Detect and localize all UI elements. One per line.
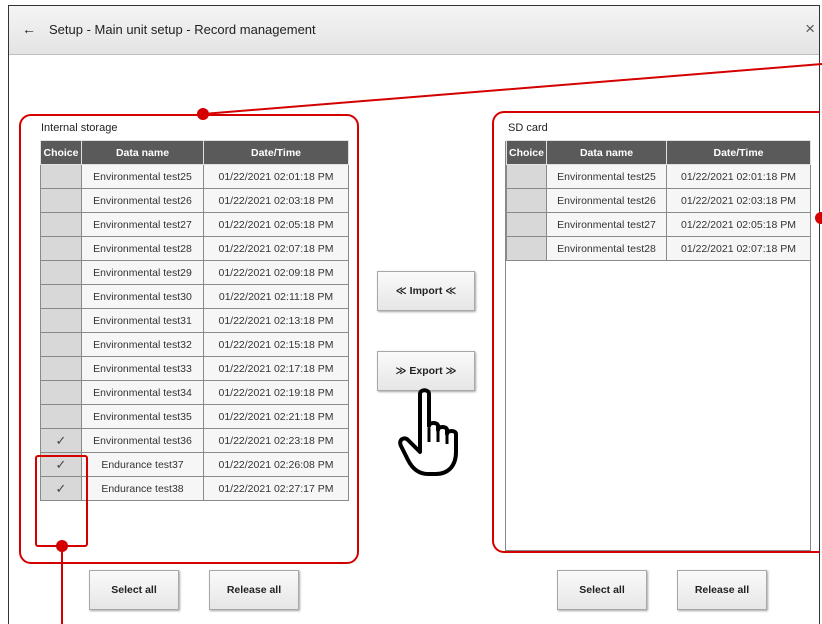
annotation-leader-lines — [61, 63, 822, 624]
hand-pointer-icon — [398, 388, 458, 476]
